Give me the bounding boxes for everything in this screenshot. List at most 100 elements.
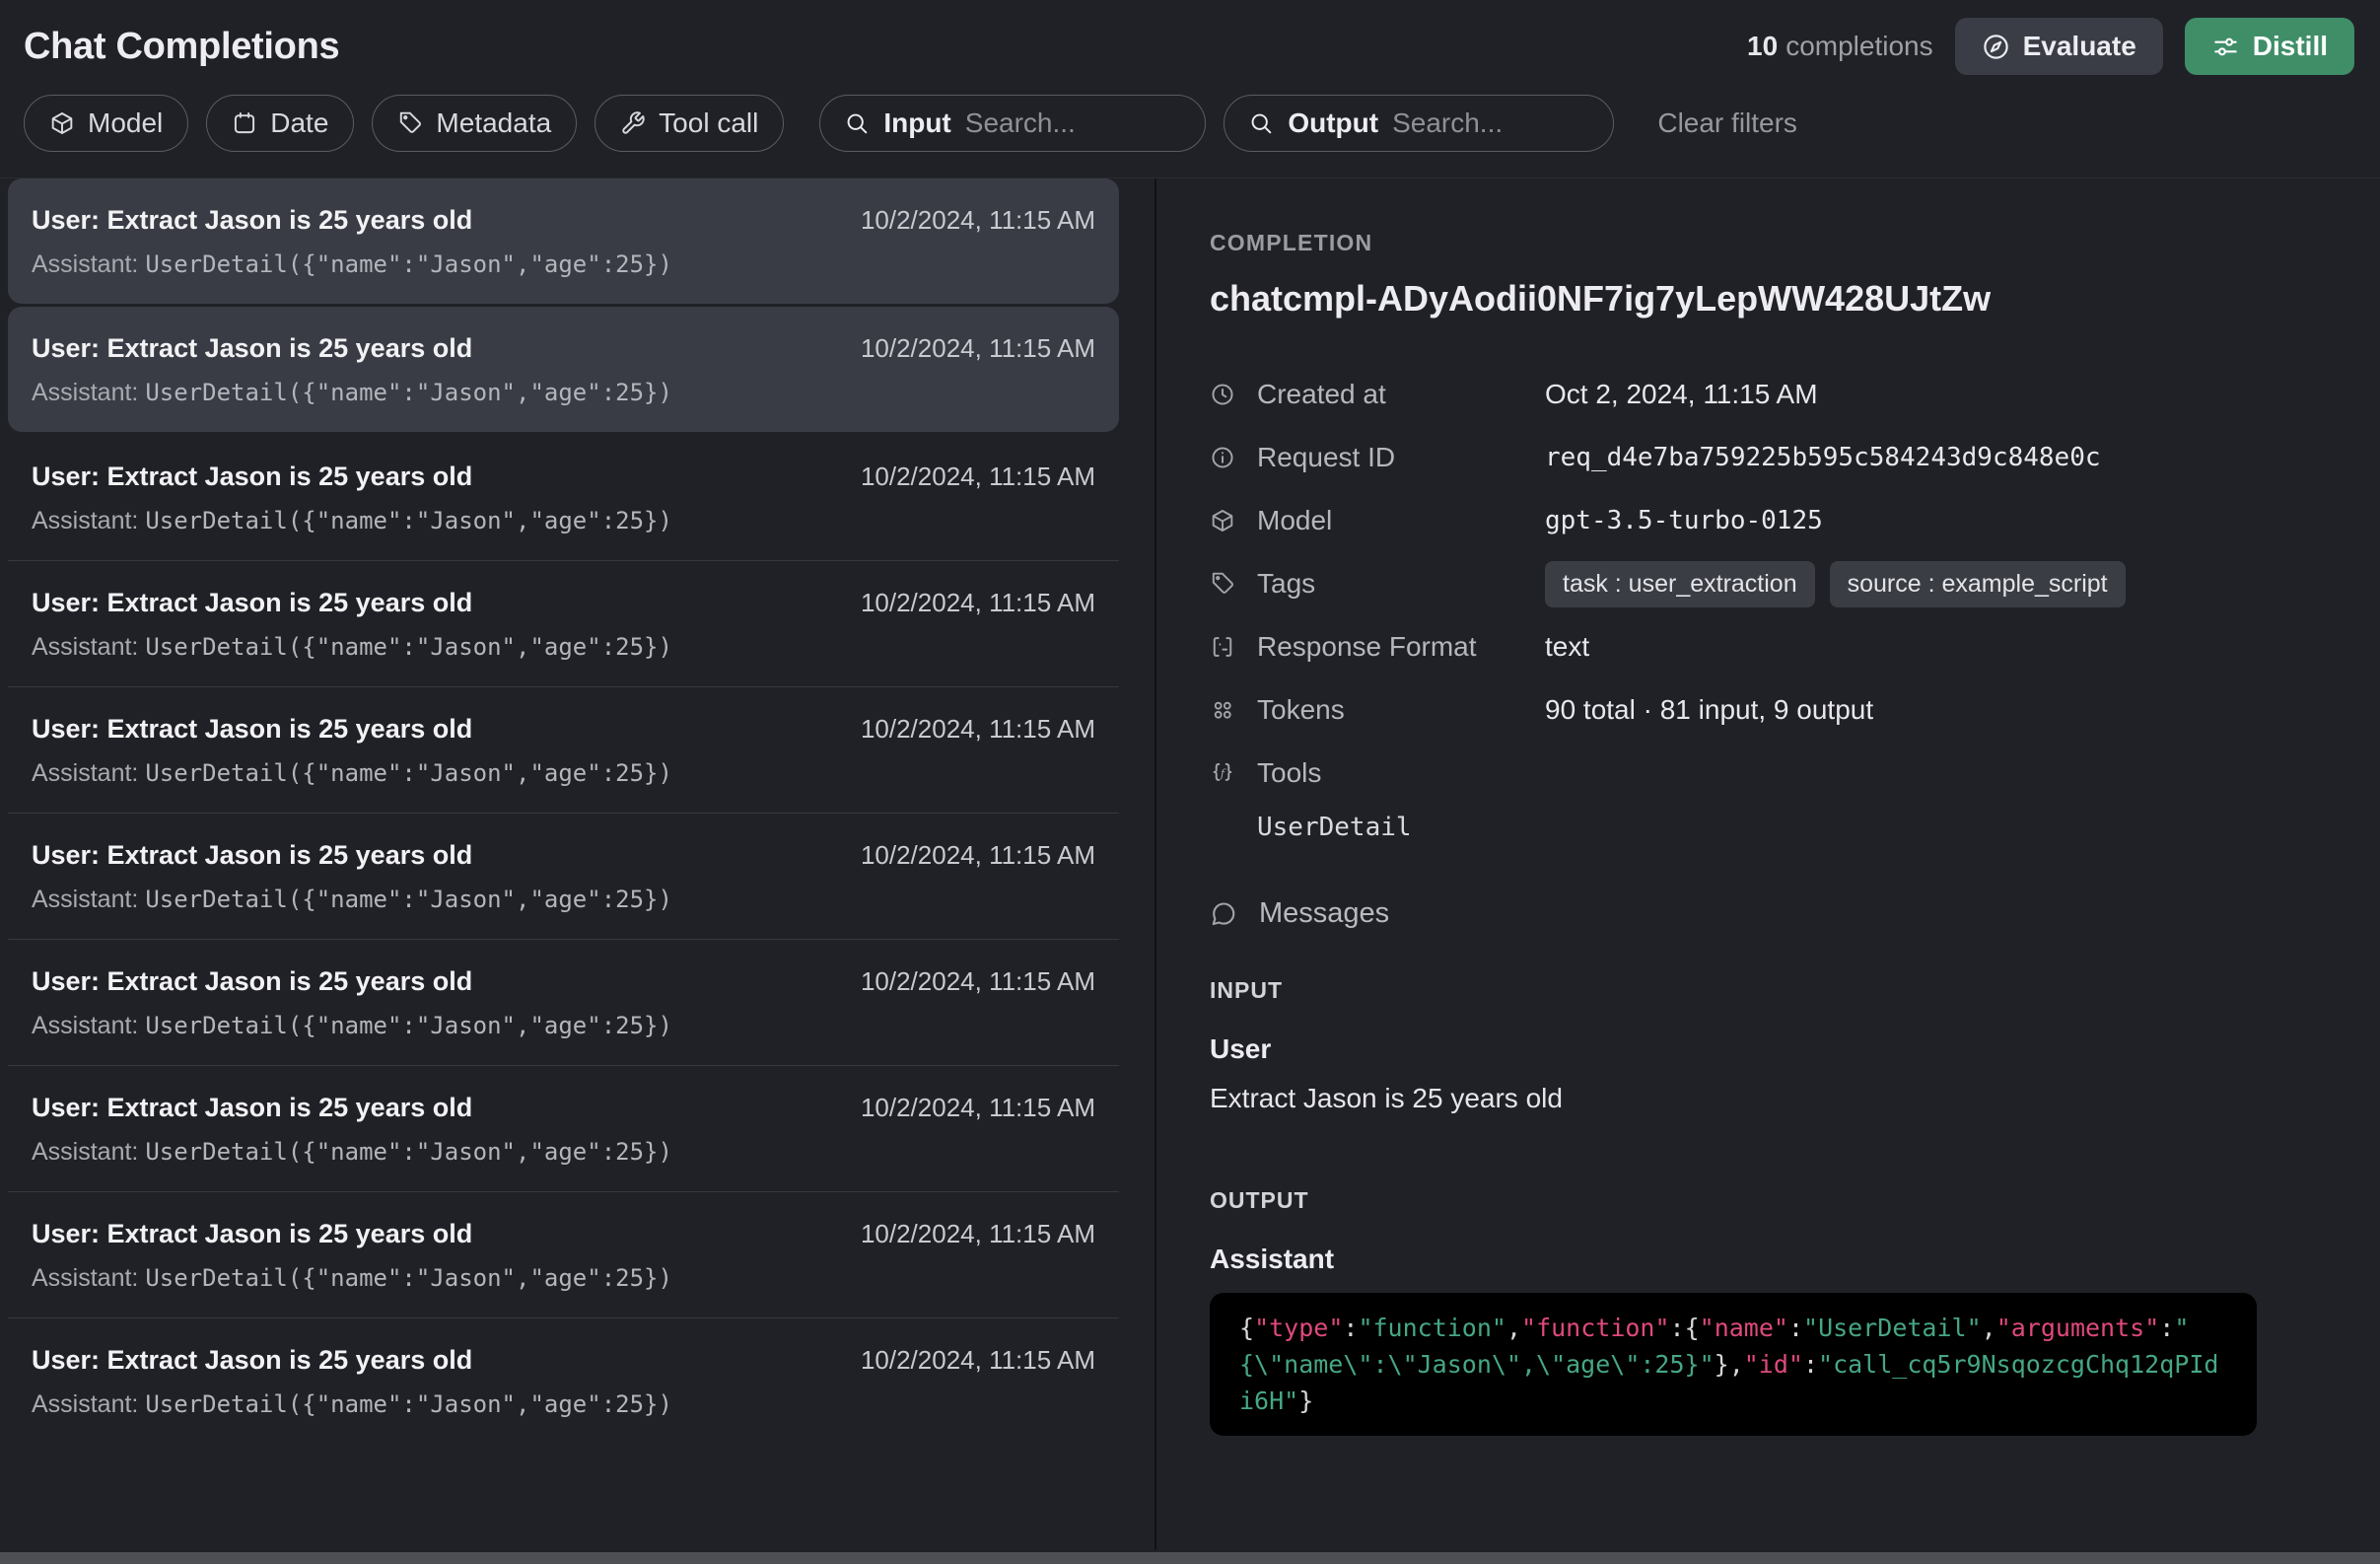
output-search[interactable]: Output [1224, 95, 1614, 152]
row-timestamp: 10/2/2024, 11:15 AM [861, 1093, 1095, 1123]
tokens-icon [1210, 697, 1257, 723]
field-label: Response Format [1257, 631, 1545, 663]
row-assistant-code: UserDetail({"name":"Jason","age":25}) [145, 1138, 672, 1166]
row-assistant-code: UserDetail({"name":"Jason","age":25}) [145, 1264, 672, 1292]
row-assistant-code: UserDetail({"name":"Jason","age":25}) [145, 507, 672, 534]
info-icon [1210, 445, 1257, 470]
clear-filters-link[interactable]: Clear filters [1657, 107, 1797, 139]
completion-fields: Created atOct 2, 2024, 11:15 AM Request I… [1210, 363, 2325, 842]
output-search-field[interactable] [1392, 107, 1589, 139]
filter-pill-label: Date [270, 107, 328, 139]
field-value: text [1545, 631, 2325, 663]
filter-pill-label: Tool call [659, 107, 758, 139]
row-timestamp: 10/2/2024, 11:15 AM [861, 333, 1095, 364]
filter-pill-model[interactable]: Model [24, 95, 188, 152]
sliders-icon [2211, 33, 2240, 61]
row-assistant-code: UserDetail({"name":"Jason","age":25}) [145, 633, 672, 661]
row-assistant-code: UserDetail({"name":"Jason","age":25}) [145, 250, 672, 278]
completion-list-item[interactable]: User: Extract Jason is 25 years old 10/2… [8, 560, 1119, 686]
page-title: Chat Completions [24, 26, 339, 68]
row-assistant-label: Assistant: [32, 1264, 145, 1292]
search-icon [844, 110, 870, 136]
calendar-icon [232, 110, 257, 136]
completion-list-item[interactable]: User: Extract Jason is 25 years old 10/2… [8, 435, 1119, 560]
row-assistant-code: UserDetail({"name":"Jason","age":25}) [145, 1012, 672, 1039]
evaluate-button[interactable]: Evaluate [1955, 18, 2163, 75]
input-search[interactable]: Input [819, 95, 1206, 152]
filter-pill-date[interactable]: Date [206, 95, 354, 152]
output-code-block: {"type":"function","function":{"name":"U… [1210, 1293, 2257, 1436]
field-label: Tags [1257, 568, 1545, 600]
tools-icon: f [1210, 760, 1257, 786]
row-assistant-label: Assistant: [32, 507, 145, 534]
row-timestamp: 10/2/2024, 11:15 AM [861, 205, 1095, 236]
completion-list-item[interactable]: User: Extract Jason is 25 years old 10/2… [8, 686, 1119, 813]
tag-icon [1210, 571, 1257, 597]
completion-list-item[interactable]: User: Extract Jason is 25 years old 10/2… [8, 178, 1119, 304]
row-assistant-label: Assistant: [32, 379, 145, 406]
row-timestamp: 10/2/2024, 11:15 AM [861, 588, 1095, 618]
completion-list-item[interactable]: User: Extract Jason is 25 years old 10/2… [8, 1065, 1119, 1191]
tag-icon [397, 110, 423, 136]
row-assistant-label: Assistant: [32, 1138, 145, 1166]
evaluate-button-label: Evaluate [2023, 31, 2136, 62]
field-tokens: Tokens90 total · 81 input, 9 output [1210, 678, 2325, 742]
row-assistant-label: Assistant: [32, 1012, 145, 1039]
filter-pill-tool-call[interactable]: Tool call [595, 95, 784, 152]
completion-list-item[interactable]: User: Extract Jason is 25 years old 10/2… [8, 1317, 1119, 1444]
row-assistant-label: Assistant: [32, 886, 145, 913]
completion-list-item[interactable]: User: Extract Jason is 25 years old 10/2… [8, 1191, 1119, 1317]
row-user-text: User: Extract Jason is 25 years old [32, 966, 472, 997]
completion-list-item[interactable]: User: Extract Jason is 25 years old 10/2… [8, 307, 1119, 432]
row-timestamp: 10/2/2024, 11:15 AM [861, 462, 1095, 492]
row-user-text: User: Extract Jason is 25 years old [32, 1345, 472, 1376]
row-assistant-code: UserDetail({"name":"Jason","age":25}) [145, 759, 672, 787]
cube-icon [1210, 508, 1257, 533]
input-search-field[interactable] [965, 107, 1182, 139]
row-assistant-code: UserDetail({"name":"Jason","age":25}) [145, 379, 672, 406]
field-value: 90 total · 81 input, 9 output [1545, 694, 2325, 726]
completion-id: chatcmpl-ADyAodii0NF7ig7yLepWW428UJtZw [1210, 278, 2325, 320]
top-bar-actions: 10completions Evaluate Distill [1747, 18, 2354, 75]
tag-chips: task : user_extractionsource : example_s… [1545, 561, 2325, 607]
distill-button-label: Distill [2253, 31, 2328, 62]
field-label: Request ID [1257, 442, 1545, 473]
field-value: gpt-3.5-turbo-0125 [1545, 506, 2325, 535]
search-icon [1248, 110, 1274, 136]
field-label: Model [1257, 505, 1545, 536]
completion-detail-panel: COMPLETION chatcmpl-ADyAodii0NF7ig7yLepW… [1156, 178, 2380, 1550]
field-label: Created at [1257, 379, 1545, 410]
messages-label: Messages [1259, 897, 1389, 930]
top-bar: Chat Completions 10completions Evaluate … [0, 0, 2380, 85]
row-user-text: User: Extract Jason is 25 years old [32, 462, 472, 492]
completion-list-item[interactable]: User: Extract Jason is 25 years old 10/2… [8, 939, 1119, 1065]
row-timestamp: 10/2/2024, 11:15 AM [861, 714, 1095, 745]
row-timestamp: 10/2/2024, 11:15 AM [861, 840, 1095, 871]
input-section-label: INPUT [1210, 977, 2325, 1004]
horizontal-scrollbar[interactable] [0, 1552, 2380, 1564]
messages-section-header: Messages [1210, 897, 2325, 930]
field-created-at: Created atOct 2, 2024, 11:15 AM [1210, 363, 2325, 426]
completion-section-label: COMPLETION [1210, 230, 2325, 256]
clock-icon [1210, 382, 1257, 407]
distill-button[interactable]: Distill [2185, 18, 2354, 75]
row-user-text: User: Extract Jason is 25 years old [32, 1219, 472, 1249]
filter-bar: ModelDateMetadataTool call Input Output … [0, 85, 2380, 178]
tag-chip: task : user_extraction [1545, 561, 1815, 607]
filter-pill-metadata[interactable]: Metadata [372, 95, 577, 152]
row-timestamp: 10/2/2024, 11:15 AM [861, 966, 1095, 997]
filter-pills: Model Date Metadata Tool call [24, 95, 784, 152]
output-section-label: OUTPUT [1210, 1187, 2325, 1214]
row-assistant-label: Assistant: [32, 250, 145, 278]
field-tools: fTools [1210, 742, 2325, 805]
completions-count: 10completions [1747, 31, 1933, 62]
row-timestamp: 10/2/2024, 11:15 AM [861, 1219, 1095, 1249]
output-search-label: Output [1288, 107, 1378, 139]
row-assistant-label: Assistant: [32, 759, 145, 787]
completion-list-item[interactable]: User: Extract Jason is 25 years old 10/2… [8, 813, 1119, 939]
output-role-label: Assistant [1210, 1244, 2325, 1275]
input-search-label: Input [883, 107, 950, 139]
input-message-text: Extract Jason is 25 years old [1210, 1083, 2325, 1114]
input-role-label: User [1210, 1033, 2325, 1065]
row-user-text: User: Extract Jason is 25 years old [32, 333, 472, 364]
